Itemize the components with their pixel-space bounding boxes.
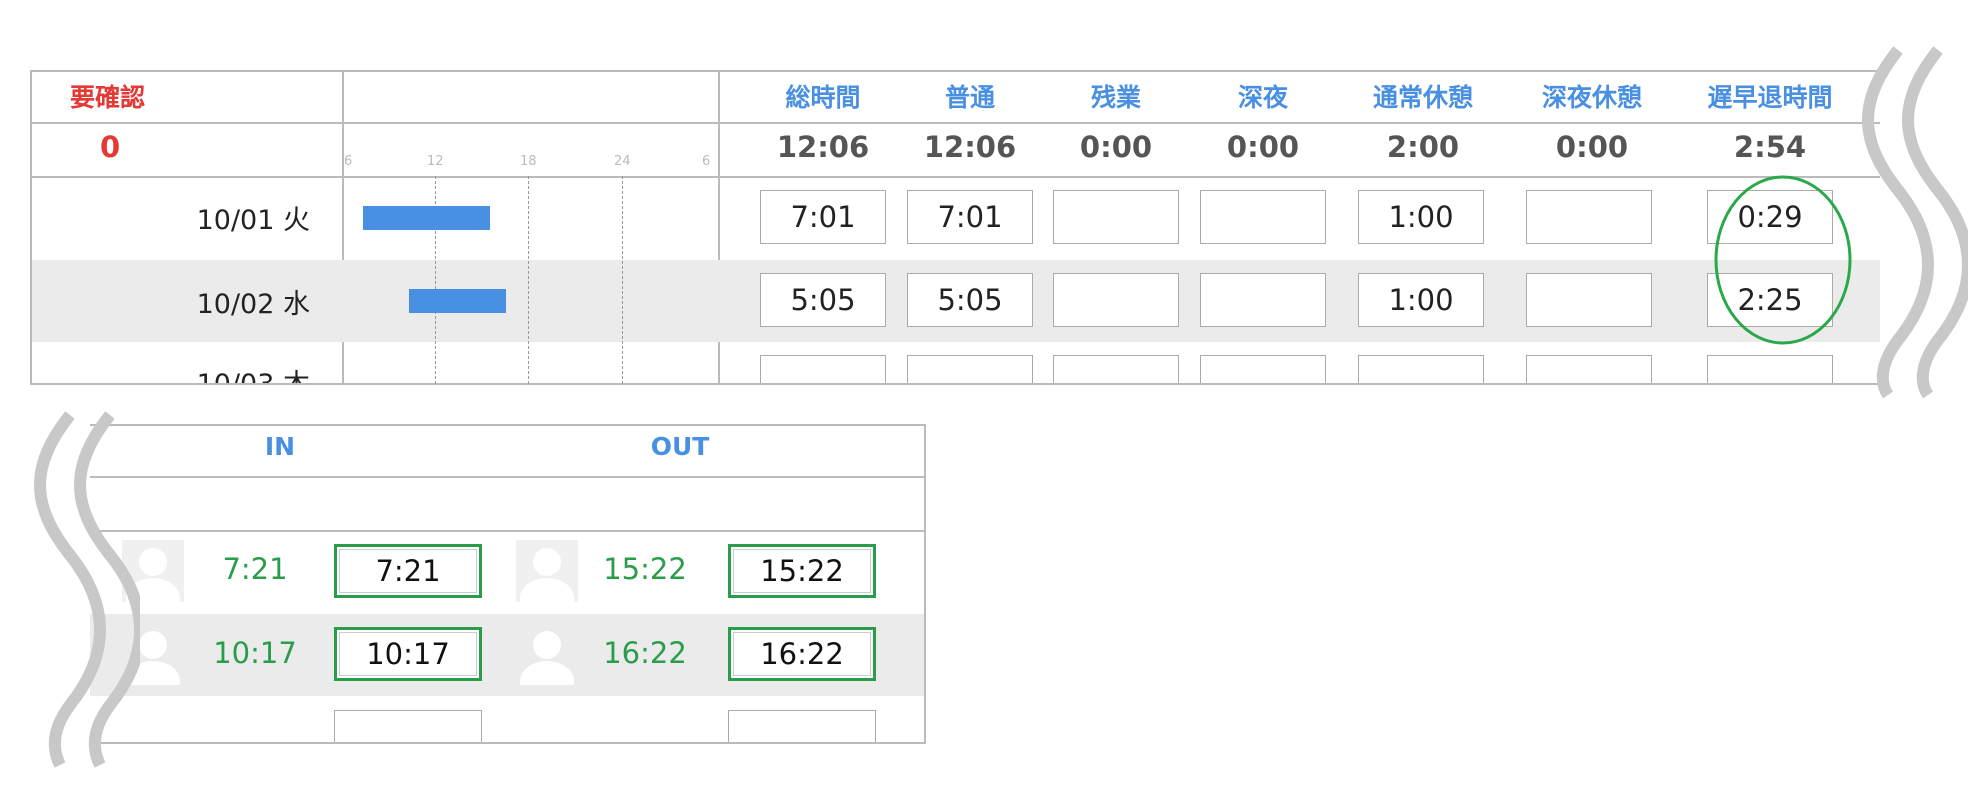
time-cell[interactable] — [1707, 355, 1833, 383]
time-cell[interactable] — [1053, 355, 1179, 383]
table-right-border — [924, 424, 926, 744]
row-date: 10/02 水 — [196, 289, 310, 320]
time-cell[interactable] — [1200, 190, 1326, 244]
col-header-latenight: 深夜 — [1237, 83, 1288, 112]
table-break-marks — [34, 411, 140, 768]
time-cell[interactable] — [760, 355, 886, 383]
total-value: 12:06 — [776, 130, 870, 164]
row-date-clip: 10/03 木 — [150, 350, 310, 383]
time-cell[interactable] — [1358, 355, 1484, 383]
time-cell[interactable]: 1:00 — [1358, 190, 1484, 244]
totals-divider — [90, 530, 926, 532]
col-header-regular: 普通 — [944, 83, 995, 112]
time-cell[interactable] — [1053, 273, 1179, 327]
table-bottom-border — [30, 383, 1880, 385]
time-cell[interactable] — [1526, 273, 1652, 327]
table-break-marks — [1862, 46, 1968, 399]
in-punch-time: 7:21 — [222, 552, 288, 586]
work-time-bar — [363, 206, 490, 230]
needs-review-count: 0 — [100, 130, 121, 164]
timeline-tick: 12 — [427, 154, 444, 169]
needs-review-label: 要確認 — [70, 83, 146, 112]
out-punch-time: 15:22 — [603, 552, 687, 586]
out-time-field[interactable]: 16:22 — [728, 627, 876, 681]
timeline-tick: 24 — [614, 154, 631, 169]
timeline-tick: 6 — [702, 154, 711, 169]
user-avatar-icon — [516, 540, 578, 602]
time-cell[interactable] — [1053, 190, 1179, 244]
work-time-bar — [409, 289, 506, 313]
in-time-field[interactable]: 7:21 — [334, 544, 482, 598]
col-header-break: 通常休憩 — [1372, 83, 1473, 112]
time-cell[interactable]: 1:00 — [1358, 273, 1484, 327]
total-value: 2:00 — [1386, 130, 1460, 164]
highlight-ellipse — [1714, 175, 1852, 345]
time-cell[interactable] — [1526, 190, 1652, 244]
attendance-summary-table: 要確認 0 6 12 18 24 6 総時間 普通 残業 深夜 通常休憩 深夜休… — [30, 70, 1880, 385]
row-date: 10/01 火 — [196, 205, 310, 236]
time-cell[interactable]: 7:01 — [907, 190, 1033, 244]
time-cell[interactable] — [907, 355, 1033, 383]
time-cell[interactable] — [1526, 355, 1652, 383]
in-time-field[interactable] — [334, 710, 482, 742]
user-avatar-icon — [516, 623, 578, 685]
time-cell[interactable]: 7:01 — [760, 190, 886, 244]
total-value: 2:54 — [1733, 130, 1807, 164]
out-punch-time: 16:22 — [603, 636, 687, 670]
total-value: 0:00 — [1555, 130, 1629, 164]
col-header-total: 総時間 — [785, 83, 861, 112]
out-time-field[interactable] — [728, 710, 876, 742]
total-value: 0:00 — [1079, 130, 1153, 164]
time-cell[interactable]: 5:05 — [760, 273, 886, 327]
col-header-late-early: 遅早退時間 — [1707, 83, 1833, 112]
header-divider — [30, 122, 1880, 124]
timeline-tick: 18 — [520, 154, 537, 169]
in-time-field[interactable]: 10:17 — [334, 627, 482, 681]
header-divider — [90, 476, 926, 478]
table-top-border — [90, 424, 926, 426]
timeline-gridline — [622, 176, 623, 384]
timeline-gridline — [528, 176, 529, 384]
col-header-latenight-break: 深夜休憩 — [1541, 83, 1642, 112]
total-value: 0:00 — [1226, 130, 1300, 164]
totals-divider — [30, 176, 1880, 178]
table-top-border — [30, 70, 1880, 72]
row-date: 10/03 木 — [150, 362, 310, 383]
time-cell[interactable] — [1200, 355, 1326, 383]
out-time-field[interactable]: 15:22 — [728, 544, 876, 598]
time-cell[interactable]: 5:05 — [907, 273, 1033, 327]
punch-log-table: IN OUT 7:21 7:21 15:22 15:22 10:17 10:17… — [90, 424, 926, 744]
col-header-overtime: 残業 — [1090, 83, 1141, 112]
time-cell[interactable] — [1200, 273, 1326, 327]
in-column-header: IN — [264, 432, 296, 461]
timeline-tick: 6 — [344, 154, 353, 169]
out-column-header: OUT — [650, 432, 710, 461]
total-value: 12:06 — [923, 130, 1017, 164]
table-bottom-border — [90, 742, 926, 744]
in-punch-time: 10:17 — [213, 636, 297, 670]
